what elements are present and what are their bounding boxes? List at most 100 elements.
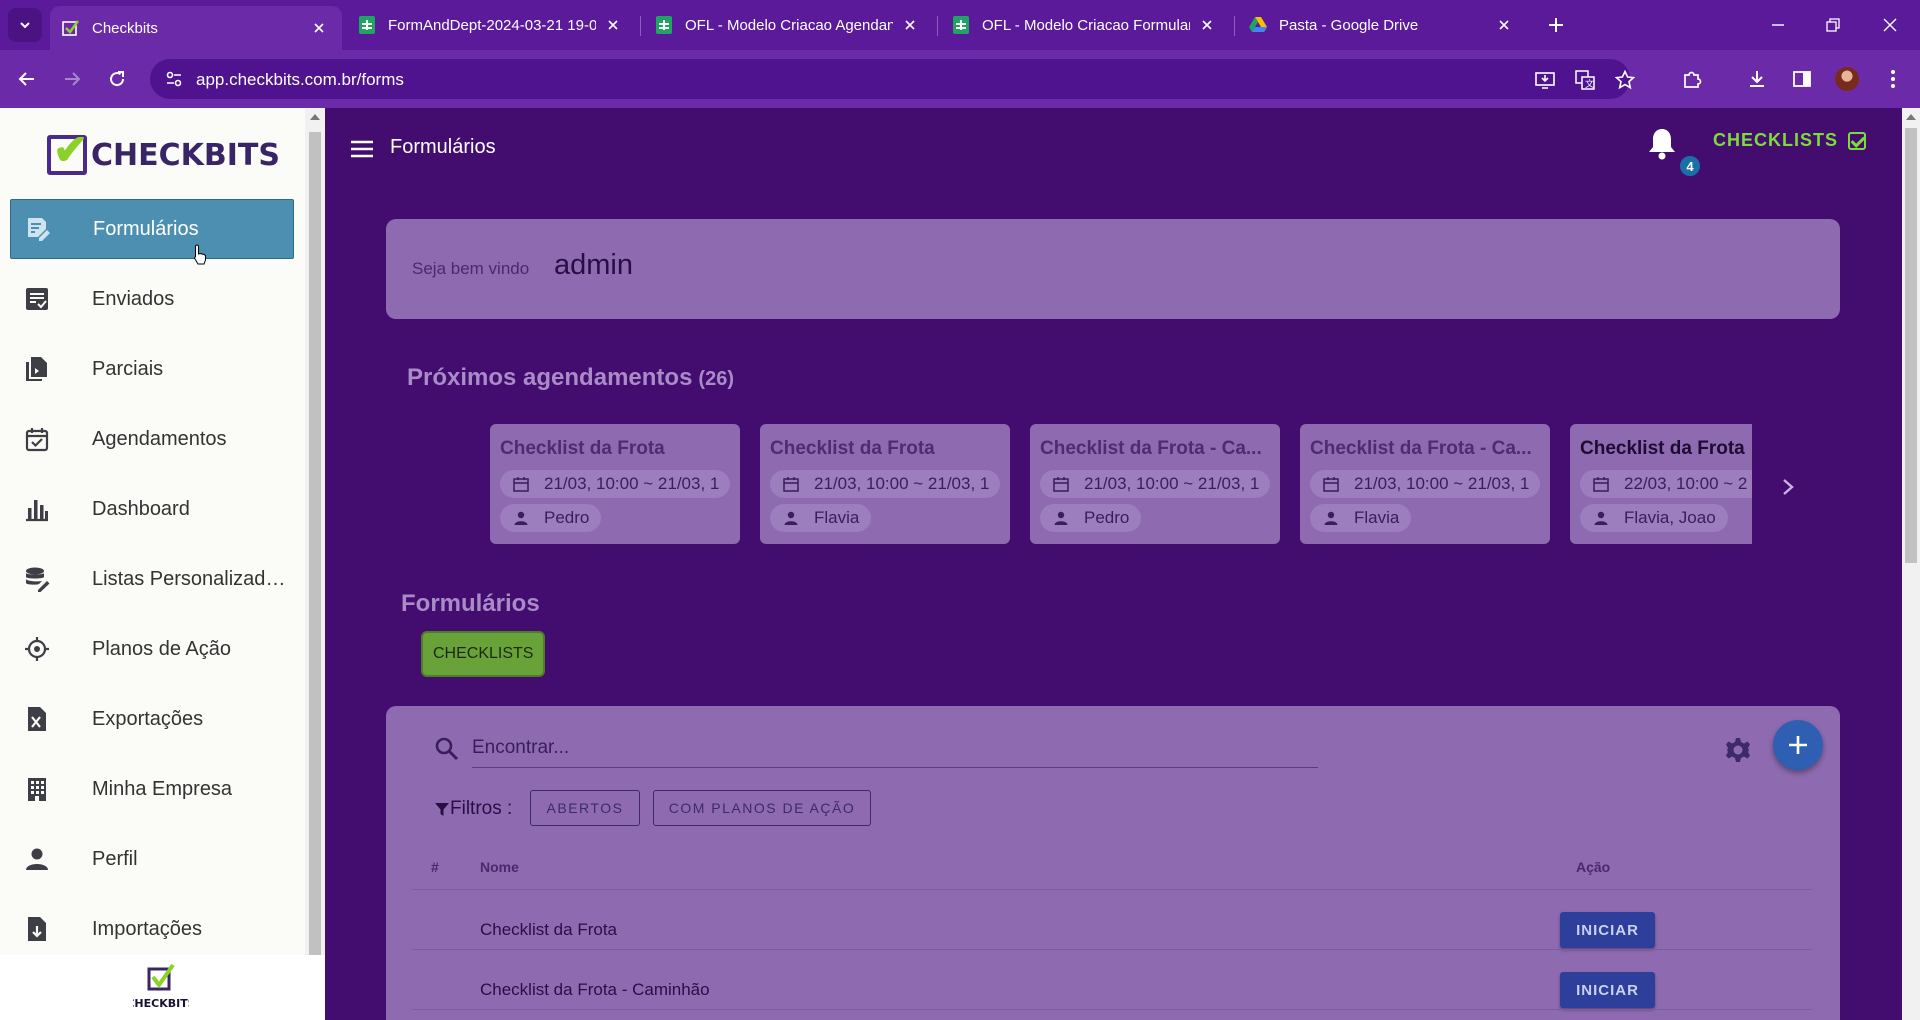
reload-button[interactable] [100, 62, 134, 96]
svg-text:文: 文 [1585, 78, 1594, 90]
person-icon [782, 509, 800, 527]
schedule-time-chip: 21/03, 10:00 ~ 21/03, 1 [1310, 470, 1540, 498]
side-panel-button[interactable] [1785, 62, 1819, 96]
sent-list-icon [22, 284, 52, 314]
sidebar-footer: CHECKBITS [0, 955, 325, 1020]
close-tab-icon[interactable] [1493, 14, 1515, 36]
install-app-icon[interactable] [1534, 69, 1556, 91]
category-chip-checklists[interactable]: CHECKLISTS [421, 631, 546, 677]
brand-logo[interactable]: CHECKBITS [47, 125, 280, 178]
start-form-button[interactable]: INICIAR [1560, 912, 1655, 948]
carousel-next-button[interactable] [1775, 474, 1801, 500]
close-tab-icon[interactable] [1196, 14, 1218, 36]
back-button[interactable] [10, 62, 44, 96]
add-form-button[interactable] [1773, 720, 1823, 770]
menu-toggle-button[interactable] [347, 134, 377, 164]
tab-checkbits[interactable]: Checkbits [50, 6, 342, 50]
sidebar-item-label: Enviados [92, 287, 175, 310]
tab-title: OFL - Modelo Criacao Agendan [685, 16, 893, 34]
filter-icon [435, 803, 449, 816]
forms-panel: Filtros : ABERTOS COM PLANOS DE AÇÃO # N… [386, 706, 1840, 1020]
filter-planos-de-acao-button[interactable]: COM PLANOS DE AÇÃO [653, 790, 871, 826]
close-tab-icon[interactable] [308, 17, 330, 39]
schedule-person-chip: Flavia, Joao [1580, 504, 1728, 532]
sidebar-item-enviados[interactable]: Enviados [10, 269, 294, 329]
sidebar-item-exportacoes[interactable]: Exportações [10, 689, 294, 749]
puzzle-icon [1684, 71, 1702, 88]
schedule-time-chip: 21/03, 10:00 ~ 21/03, 1 [500, 470, 730, 498]
extensions-button[interactable] [1675, 62, 1709, 96]
sidebar-item-perfil[interactable]: Perfil [10, 829, 294, 889]
file-import-icon [22, 914, 52, 944]
tab-search-button[interactable] [8, 8, 42, 42]
sidebar-item-dashboard[interactable]: Dashboard [10, 479, 294, 539]
browser-tab-bar: Checkbits FormAndDept-2024-03-21 19-0 OF… [0, 0, 1920, 50]
checkbits-favicon [62, 19, 80, 37]
form-name[interactable]: Checklist da Frota [480, 920, 617, 940]
welcome-banner: Seja bem vindo admin [386, 219, 1840, 319]
sidebar-item-listas-personalizadas[interactable]: Listas Personalizadas [10, 549, 294, 609]
minimize-button[interactable] [1758, 8, 1798, 42]
schedule-people: Flavia, Joao [1624, 508, 1716, 527]
new-tab-button[interactable] [1536, 8, 1576, 42]
close-window-button[interactable] [1870, 8, 1910, 42]
schedule-person-chip: Flavia [1310, 504, 1412, 532]
arrow-right-icon [65, 72, 81, 86]
sidebar-item-formularios[interactable]: Formulários [10, 199, 294, 259]
plus-icon [1549, 18, 1563, 32]
tab-title: Checkbits [92, 19, 158, 37]
schedule-card[interactable]: Checklist da Frota 21/03, 10:00 ~ 21/03,… [760, 424, 1010, 544]
schedule-card-title: Checklist da Frota [770, 438, 935, 459]
browser-menu-button[interactable] [1876, 62, 1910, 96]
tab-title: OFL - Modelo Criacao Formular [982, 16, 1190, 34]
forward-button[interactable] [55, 62, 89, 96]
schedule-card[interactable]: Checklist da Frota 22/03, 10:00 ~ 2 Flav… [1570, 424, 1752, 544]
hamburger-icon [351, 140, 373, 158]
sidebar-item-planos-de-acao[interactable]: Planos de Ação [10, 619, 294, 679]
notifications-button[interactable] [1646, 126, 1678, 162]
tab-title: FormAndDept-2024-03-21 19-0 [388, 16, 596, 34]
form-name[interactable]: Checklist da Frota - Caminhão [480, 980, 710, 1000]
sidebar-item-parciais[interactable]: Parciais [10, 339, 294, 399]
schedule-card[interactable]: Checklist da Frota - Ca... 21/03, 10:00 … [1300, 424, 1550, 544]
sidebar-item-importacoes[interactable]: Importações [10, 899, 294, 959]
translate-icon[interactable]: 文 [1574, 69, 1596, 91]
column-header-name[interactable]: Nome [480, 859, 519, 875]
address-bar[interactable]: app.checkbits.com.br/forms 文 [150, 59, 1635, 99]
schedule-card[interactable]: Checklist da Frota 21/03, 10:00 ~ 21/03,… [490, 424, 740, 544]
schedule-card[interactable]: Checklist da Frota - Ca... 21/03, 10:00 … [1030, 424, 1280, 544]
sidebar-item-label: Minha Empresa [92, 777, 233, 800]
schedule-time: 21/03, 10:00 ~ 21/03, 1 [1354, 474, 1530, 493]
sidebar-item-minha-empresa[interactable]: Minha Empresa [10, 759, 294, 819]
sidebar-scrollbar[interactable] [305, 108, 325, 972]
downloads-button[interactable] [1740, 62, 1774, 96]
close-tab-icon[interactable] [602, 14, 624, 36]
browser-toolbar: app.checkbits.com.br/forms 文 [0, 50, 1920, 108]
tab-ofl-formulario[interactable]: OFL - Modelo Criacao Formular [940, 6, 1230, 44]
filter-abertos-button[interactable]: ABERTOS [530, 790, 640, 826]
tab-ofl-agendamento[interactable]: OFL - Modelo Criacao Agendan [643, 6, 933, 44]
site-info-icon[interactable] [164, 69, 184, 94]
schedule-time-chip: 21/03, 10:00 ~ 21/03, 1 [770, 470, 1000, 498]
tab-formanddept[interactable]: FormAndDept-2024-03-21 19-0 [346, 6, 636, 44]
mouse-pointer-icon [193, 244, 206, 265]
sidebar-item-label: Formulários [93, 217, 199, 240]
schedule-people: Flavia [814, 508, 860, 527]
sidebar-item-agendamentos[interactable]: Agendamentos [10, 409, 294, 469]
tab-google-drive[interactable]: Pasta - Google Drive [1237, 6, 1527, 44]
start-form-button[interactable]: INICIAR [1560, 972, 1655, 1008]
chevron-right-icon [1783, 479, 1794, 495]
close-tab-icon[interactable] [899, 14, 921, 36]
checkbox-checked-icon [1848, 131, 1867, 150]
gear-icon[interactable] [1724, 736, 1752, 764]
profile-button[interactable] [1830, 62, 1864, 96]
main-scrollbar[interactable] [1902, 108, 1920, 1020]
bookmark-star-icon[interactable] [1614, 69, 1636, 91]
filters-label: Filtros : [434, 798, 512, 820]
schedule-card-title: Checklist da Frota [500, 438, 665, 459]
form-edit-icon [23, 214, 53, 244]
calendar-check-icon [22, 424, 52, 454]
checklists-brand-link[interactable]: CHECKLISTS [1713, 130, 1867, 151]
restore-button[interactable] [1813, 8, 1853, 42]
search-input[interactable] [472, 728, 1318, 768]
